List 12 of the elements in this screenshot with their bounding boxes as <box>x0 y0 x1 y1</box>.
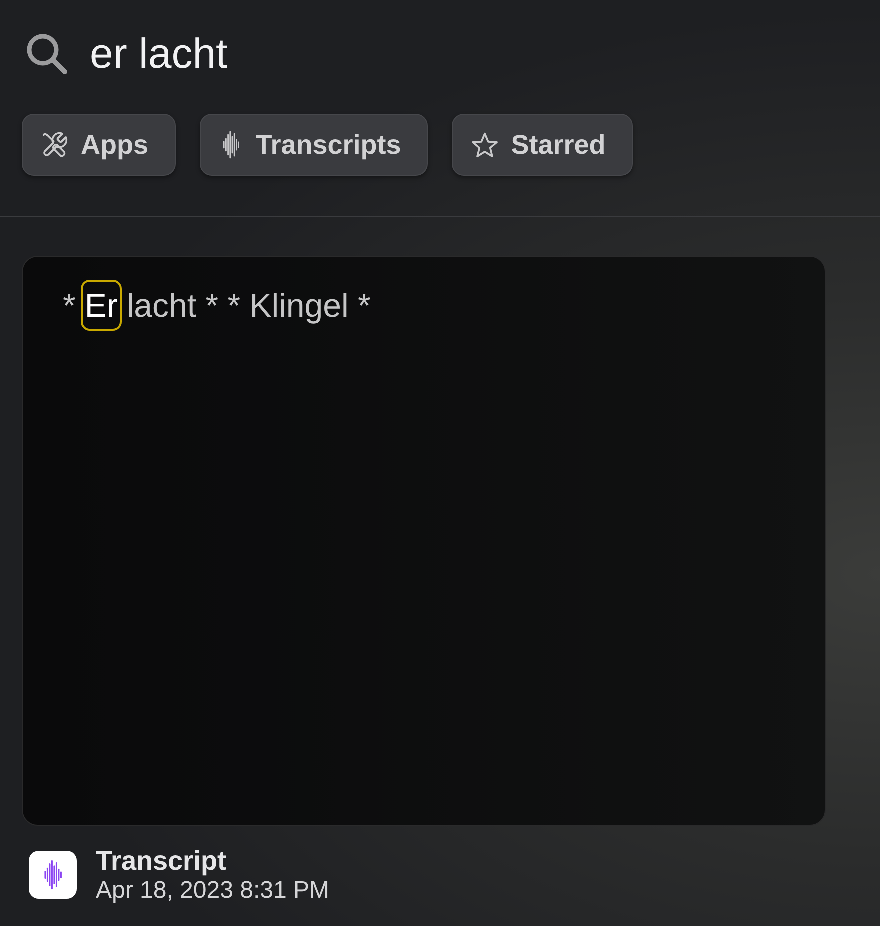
tools-icon <box>41 131 69 159</box>
star-icon <box>471 132 500 158</box>
transcript-text: lacht * * Klingel * <box>126 286 371 326</box>
transcript-text: * <box>63 286 76 326</box>
result-title: Transcript <box>96 846 228 876</box>
search-icon <box>26 33 68 75</box>
search-query[interactable]: er lacht <box>90 33 228 75</box>
result-date: Apr 18, 2023 8:31 PM <box>96 878 330 904</box>
filter-chip[interactable]: Starred <box>452 114 633 176</box>
filter-chip[interactable]: Transcripts <box>200 114 428 176</box>
filter-chip[interactable]: Apps <box>22 114 176 176</box>
search-match-highlight: Er <box>80 280 122 331</box>
